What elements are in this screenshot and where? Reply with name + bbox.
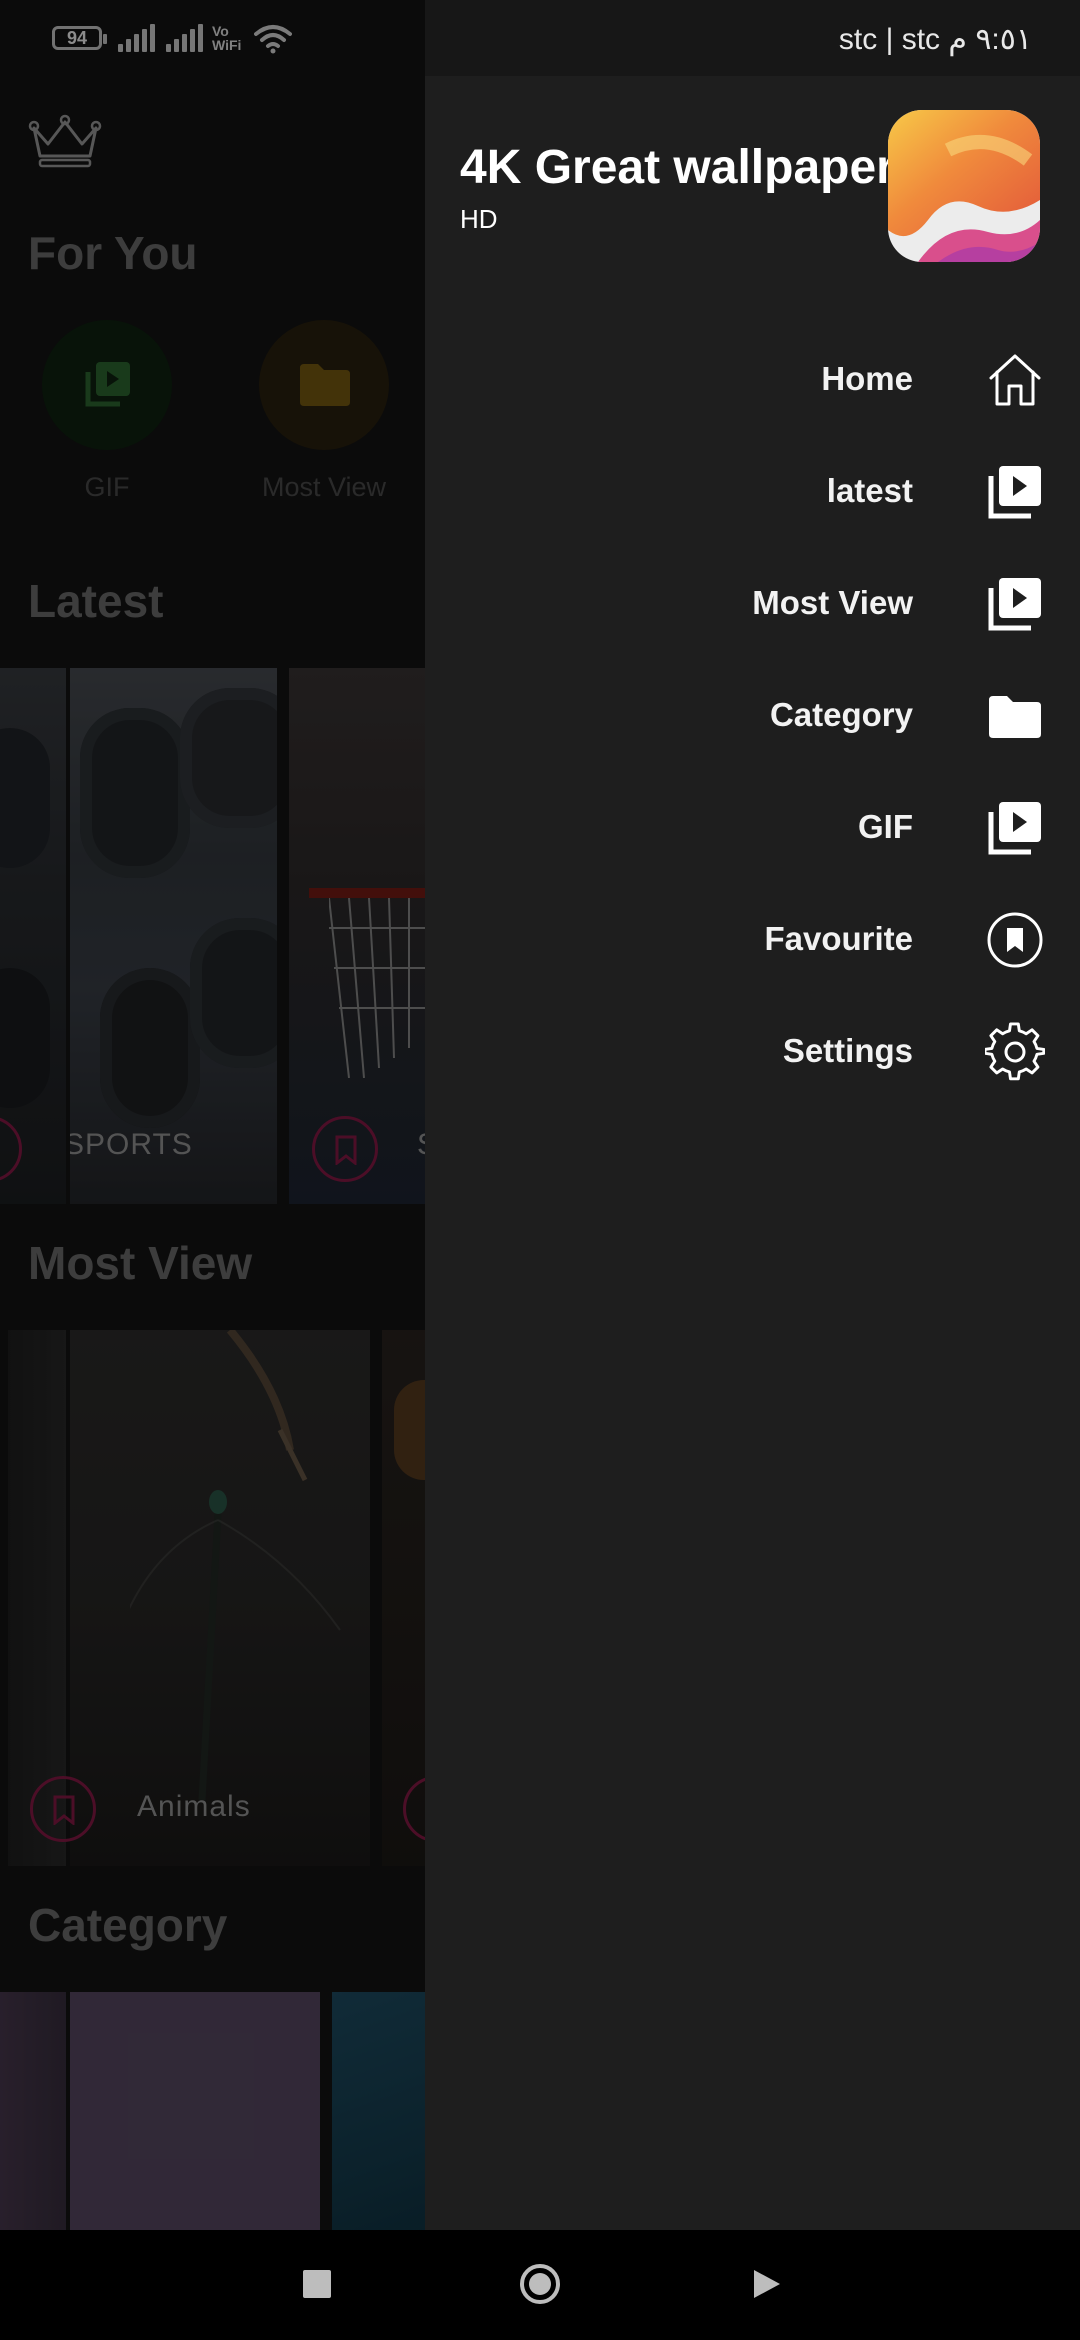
menu-item-most-view[interactable]: Most View	[425, 554, 1080, 654]
menu-item-latest[interactable]: latest	[425, 442, 1080, 542]
menu-item-label: Settings	[782, 1032, 913, 1069]
menu-item-category[interactable]: Category	[425, 666, 1080, 766]
app-logo-graphic	[888, 110, 1040, 262]
menu-item-label: Most View	[752, 584, 913, 621]
app-logo	[888, 110, 1040, 262]
menu-item-favourite[interactable]: Favourite	[425, 890, 1080, 990]
recents-button[interactable]	[303, 2270, 331, 2298]
menu-item-label: Category	[769, 696, 913, 733]
menu-item-gif[interactable]: GIF	[425, 778, 1080, 878]
carrier-time: stc | stc ٩:٥١ م	[838, 23, 1032, 56]
menu-item-home[interactable]: Home	[425, 330, 1080, 430]
drawer-scrim[interactable]	[0, 0, 425, 2230]
play-stack-icon	[988, 578, 1041, 631]
navigation-drawer: stc | stc ٩:٥١ م 4K Great wallpaper HD H…	[425, 0, 1080, 2230]
app-subtitle: HD	[460, 204, 498, 234]
menu-item-label: GIF	[858, 808, 913, 845]
bookmark-circle-icon	[987, 912, 1043, 968]
menu-item-settings[interactable]: Settings	[425, 1002, 1080, 1102]
system-nav-bar	[0, 2230, 1080, 2340]
menu-item-label: latest	[826, 472, 913, 509]
play-stack-icon	[988, 802, 1041, 855]
home-icon	[989, 354, 1041, 406]
drawer-status-area: stc | stc ٩:٥١ م	[425, 0, 1080, 76]
folder-icon	[989, 696, 1041, 738]
menu-item-label: Home	[821, 360, 913, 397]
home-button[interactable]	[520, 2264, 560, 2304]
menu-item-label: Favourite	[764, 920, 913, 957]
play-stack-icon	[988, 466, 1041, 519]
back-button[interactable]	[752, 2268, 782, 2300]
app-name: 4K Great wallpaper	[460, 141, 895, 194]
gear-icon	[985, 1022, 1045, 1081]
